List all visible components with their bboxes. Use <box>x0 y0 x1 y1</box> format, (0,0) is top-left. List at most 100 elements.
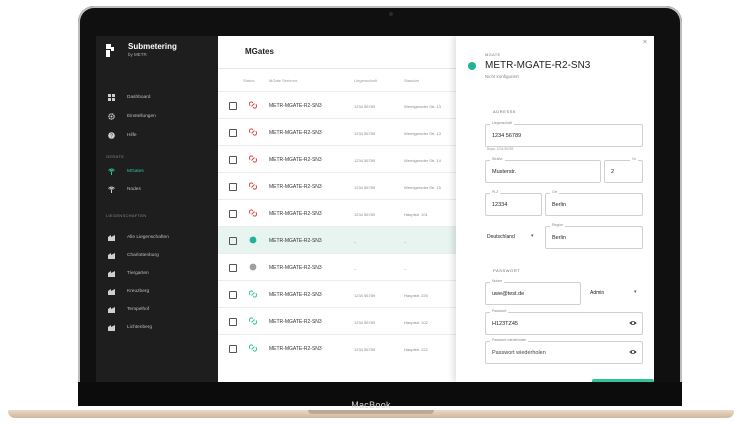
field-value: H123TZ45 <box>492 321 518 327</box>
link-broken-icon <box>249 209 257 217</box>
field-label: Liegenschaft <box>490 121 514 125</box>
cell-serial: METR-MGATE-R2-SN3 <box>269 184 322 190</box>
sidebar-item-alle-liegenschaften[interactable]: Alle Liegenschaften <box>96 230 218 244</box>
field-label: Nutzer <box>490 279 505 283</box>
row-checkbox[interactable] <box>229 156 237 164</box>
table-row[interactable]: METR-MGATE-R2-SN3 1234 56789 Wernigeroder … <box>218 91 456 119</box>
cell-serial: METR-MGATE-R2-SN3 <box>269 130 322 136</box>
row-checkbox[interactable] <box>229 183 237 191</box>
sidebar-item-tiergarten[interactable]: Tiergarten <box>96 266 218 280</box>
field-label: Straße <box>490 157 505 161</box>
status-dot-icon <box>249 263 257 271</box>
field-label: Passwort wiederholen <box>490 338 529 342</box>
table-row[interactable]: METR-MGATE-R2-SN3 1234 56789 Wernigeroder … <box>218 172 456 200</box>
col-property[interactable]: Liegenschaft <box>354 78 377 83</box>
password-repeat-field[interactable]: Passwort wiederholen Passwort wiederhole… <box>485 338 643 364</box>
table-row[interactable]: METR-MGATE-R2-SN3 1234 56789 Hauptstr. 102 <box>218 307 456 335</box>
row-checkbox[interactable] <box>229 264 237 272</box>
house-number-field[interactable]: Nr 2 <box>604 157 643 183</box>
svg-text:?: ? <box>110 133 113 139</box>
sidebar-item-lichtenberg[interactable]: Lichtenberg <box>96 320 218 334</box>
building-icon <box>108 288 115 295</box>
building-icon <box>108 270 115 277</box>
cell-property: 1234 56789 <box>354 212 376 217</box>
field-label: Nr <box>630 157 638 161</box>
user-field[interactable]: Nutzer uwe@test.de <box>485 279 581 305</box>
table-row[interactable]: METR-MGATE-R2-SN3 1234 56789 Wernigeroder … <box>218 145 456 173</box>
sidebar-item-nodes[interactable]: Nodes <box>96 182 218 196</box>
panel-status: Nicht konfiguriert <box>485 74 519 79</box>
city-field[interactable]: Ort Berlin <box>545 190 643 216</box>
sidebar-item-label: Nodes <box>127 186 141 192</box>
sidebar-item-einstellungen[interactable]: Einstellungen <box>96 109 218 123</box>
cell-serial: METR-MGATE-R2-SN3 <box>269 157 322 163</box>
sidebar-item-tempelhof[interactable]: Tempelhof <box>96 302 218 316</box>
link-broken-icon <box>249 155 257 163</box>
antenna-icon <box>108 168 115 175</box>
liegenschaft-field[interactable]: Liegenschaft 1234 56789 <box>485 121 643 147</box>
row-checkbox[interactable] <box>229 318 237 326</box>
cell-property: 1234 56789 <box>354 293 376 298</box>
building-icon <box>108 306 115 313</box>
sidebar-item-kreuzberg[interactable]: Kreuzberg <box>96 284 218 298</box>
table-row[interactable]: METR-MGATE-R2-SN3 1234 56789 Hauptstr. 220 <box>218 280 456 308</box>
link-icon <box>249 344 257 352</box>
col-status[interactable]: Status <box>243 78 254 83</box>
section-password: PASSWORT <box>493 268 521 273</box>
table-row[interactable]: METR-MGATE-R2-SN3 1234 56789 Wernigeroder … <box>218 118 456 146</box>
sidebar-item-mgates[interactable]: MGates <box>96 164 218 178</box>
cell-location: Wernigeroder Str. 13 <box>404 131 441 136</box>
cell-serial: METR-MGATE-R2-SN3 <box>269 319 322 325</box>
detail-panel: × MGATE METR-MGATE-R2-SN3 Nicht konfigur… <box>456 36 654 382</box>
device-label: MacBook <box>351 400 391 410</box>
sidebar-item-dashboard[interactable]: Dashboard <box>96 90 218 104</box>
cell-serial: METR-MGATE-R2-SN3 <box>269 265 322 271</box>
camera <box>389 12 393 16</box>
row-checkbox[interactable] <box>229 291 237 299</box>
sidebar-item-hilfe[interactable]: ? Hilfe <box>96 128 218 142</box>
cell-location: – <box>404 266 407 271</box>
zip-field[interactable]: PLZ 12334 <box>485 190 542 216</box>
row-checkbox[interactable] <box>229 210 237 218</box>
sidebar-item-charlottenburg[interactable]: Charlottenburg <box>96 248 218 262</box>
save-button[interactable] <box>592 379 654 382</box>
panel-title: METR-MGATE-R2-SN3 <box>485 60 591 71</box>
country-select[interactable]: Deutschland ▾ <box>485 226 541 247</box>
table-row[interactable]: METR-MGATE-R2-SN3 1234 56789 Hauptstr. 222 <box>218 334 456 362</box>
cell-property: 1234 56789 <box>354 131 376 136</box>
section-devices: GERÄTE <box>106 154 125 159</box>
row-checkbox[interactable] <box>229 129 237 137</box>
row-checkbox[interactable] <box>229 345 237 353</box>
cell-property: – <box>354 266 357 271</box>
link-broken-icon <box>249 101 257 109</box>
field-value: Deutschland <box>487 234 515 240</box>
cell-property: 1234 56789 <box>354 185 376 190</box>
col-serial[interactable]: MGate Seriennr. <box>269 78 298 83</box>
role-select[interactable]: Admin ▾ <box>588 282 642 303</box>
field-value: uwe@test.de <box>492 291 525 297</box>
row-checkbox[interactable] <box>229 102 237 110</box>
brand-subtitle: by METR <box>128 52 147 57</box>
table-row[interactable]: METR-MGATE-R2-SN3 – – <box>218 253 456 281</box>
logo-icon <box>106 44 114 57</box>
brand-title: Submetering <box>128 42 177 51</box>
cell-property: – <box>354 239 357 244</box>
help-icon: ? <box>108 131 115 139</box>
building-icon <box>108 324 115 331</box>
table-row[interactable]: METR-MGATE-R2-SN3 – – <box>218 226 456 254</box>
row-checkbox[interactable] <box>229 237 237 245</box>
eye-icon[interactable] <box>629 320 637 326</box>
password-field[interactable]: Passwort H123TZ45 <box>485 309 643 335</box>
link-icon <box>249 290 257 298</box>
field-value: Berlin <box>552 202 567 208</box>
street-field[interactable]: Straße Musterstr. <box>485 157 601 183</box>
cell-location: – <box>404 239 407 244</box>
table-row[interactable]: METR-MGATE-R2-SN3 1234 56789 Hauptstr. 101 <box>218 199 456 227</box>
region-field[interactable]: Region Berlin <box>545 223 643 249</box>
cell-property: 1234 56789 <box>354 347 376 352</box>
eye-icon[interactable] <box>629 349 637 355</box>
sidebar-item-label: MGates <box>127 168 144 174</box>
col-location[interactable]: Standort <box>404 78 419 83</box>
close-icon[interactable]: × <box>643 39 647 46</box>
main-header: MGates <box>218 36 456 69</box>
